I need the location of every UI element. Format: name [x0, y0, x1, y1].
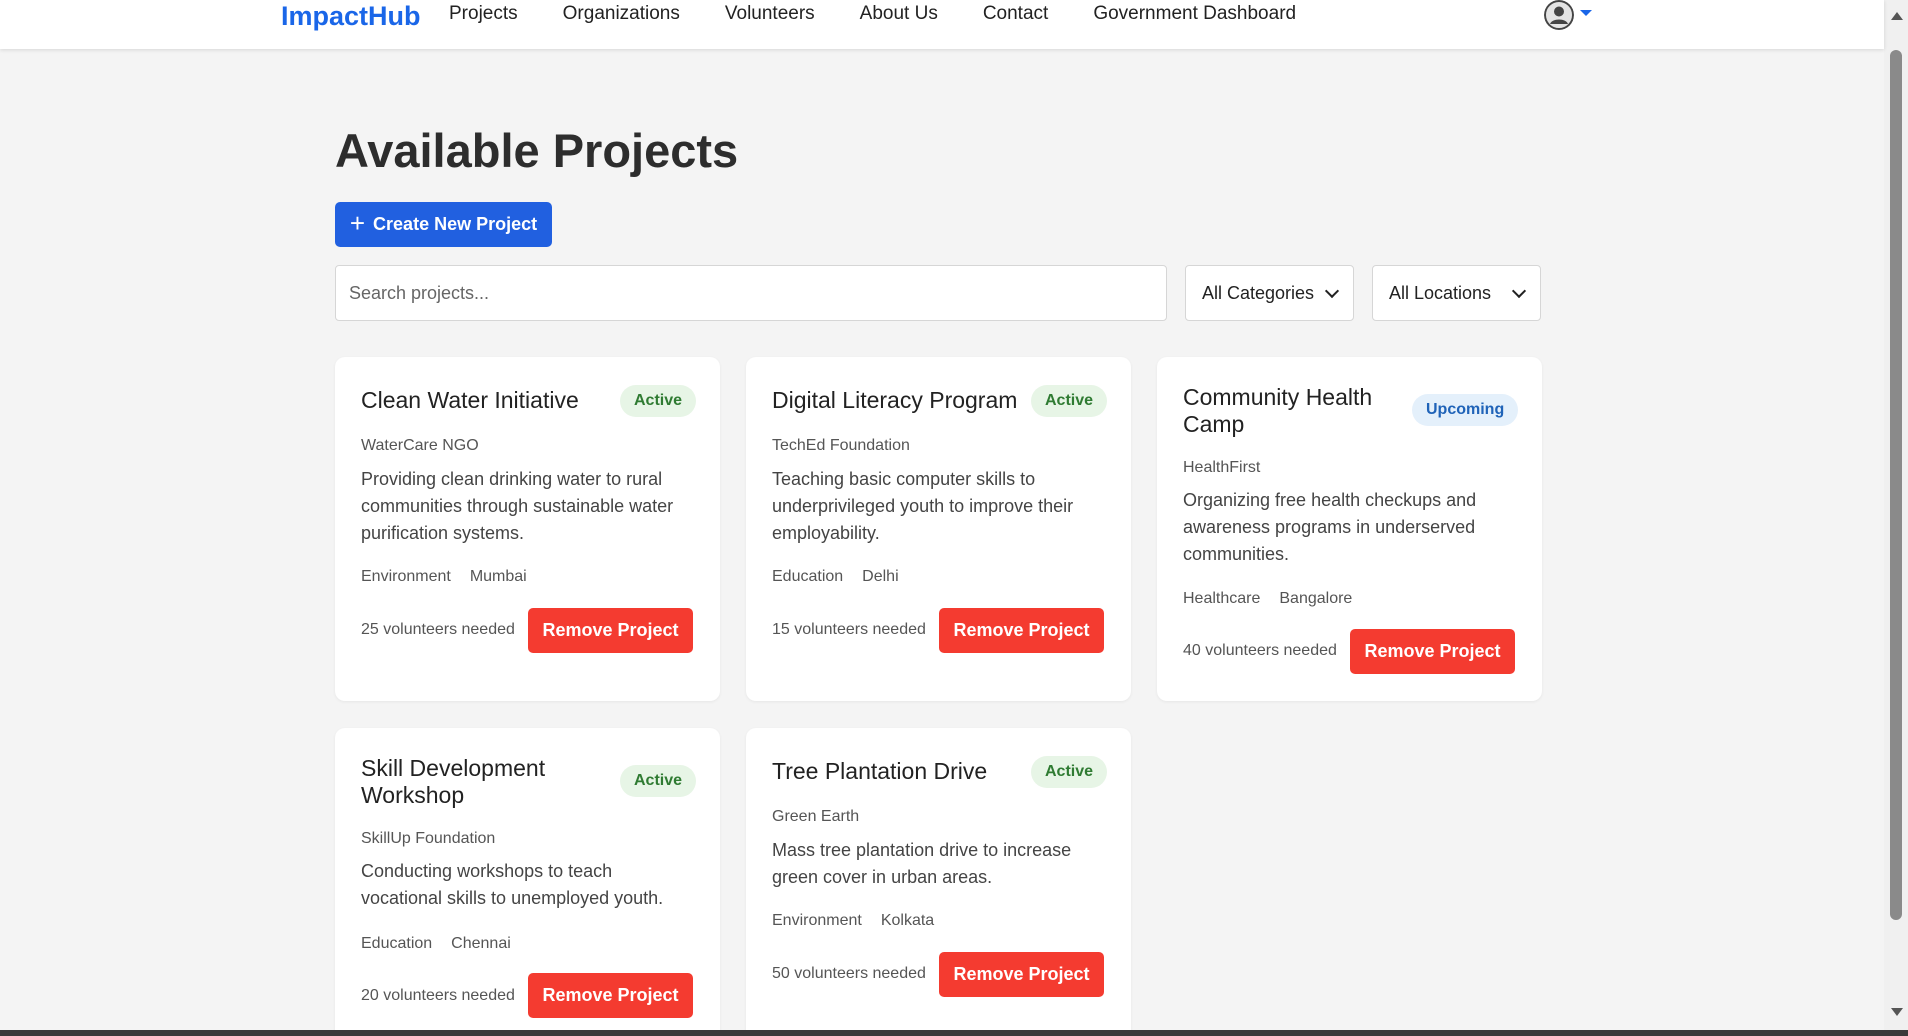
- project-description: Organizing free health checkups and awar…: [1183, 490, 1477, 564]
- create-project-label: Create New Project: [373, 214, 538, 234]
- project-card: Skill Development Workshop Active SkillU…: [335, 728, 720, 1036]
- chevron-down-icon: [1511, 283, 1527, 298]
- plus-icon: +: [349, 208, 366, 238]
- user-menu[interactable]: [1544, 0, 1592, 30]
- project-description: Teaching basic computer skills to underp…: [772, 469, 1074, 543]
- volunteers-needed: 25 volunteers needed: [361, 621, 515, 638]
- project-category: Healthcare: [1183, 590, 1261, 607]
- project-title: Digital Literacy Program: [772, 387, 1018, 413]
- project-description: Providing clean drinking water to rural …: [361, 469, 674, 543]
- project-card: Clean Water Initiative Active WaterCare …: [335, 357, 720, 701]
- create-project-button[interactable]: + Create New Project: [335, 202, 552, 247]
- category-select-value: All Categories: [1202, 282, 1315, 303]
- status-badge: Upcoming: [1412, 394, 1519, 426]
- project-tags: Education Chennai: [361, 935, 511, 953]
- project-org: TechEd Foundation: [772, 437, 910, 454]
- volunteers-needed: 40 volunteers needed: [1183, 642, 1337, 659]
- project-category: Environment: [772, 912, 862, 929]
- category-select[interactable]: All Categories: [1185, 265, 1354, 321]
- project-card: Tree Plantation Drive Active Green Earth…: [746, 728, 1131, 1036]
- project-description: Conducting workshops to teach vocational…: [361, 861, 664, 908]
- window-bottom-edge: [0, 1030, 1908, 1036]
- status-badge: Active: [1031, 385, 1108, 417]
- nav-link-organizations[interactable]: Organizations: [563, 0, 680, 28]
- project-title: Clean Water Initiative: [361, 387, 579, 413]
- project-org: Green Earth: [772, 808, 860, 825]
- brand-logo[interactable]: ImpactHub: [281, 0, 421, 32]
- status-badge: Active: [620, 765, 697, 797]
- remove-project-button[interactable]: Remove Project: [528, 608, 693, 653]
- project-location: Chennai: [451, 935, 511, 952]
- project-card: Community Health Camp Upcoming HealthFir…: [1157, 357, 1542, 701]
- project-location: Mumbai: [469, 568, 527, 585]
- user-circle-icon: [1544, 0, 1574, 30]
- scrollbar[interactable]: [1884, 0, 1908, 1030]
- status-badge: Active: [1031, 756, 1108, 788]
- nav-links: Projects Organizations Volunteers About …: [449, 0, 1341, 28]
- project-category: Environment: [361, 568, 451, 585]
- project-description: Mass tree plantation drive to increase g…: [772, 840, 1072, 887]
- volunteers-needed: 50 volunteers needed: [772, 965, 926, 982]
- volunteers-needed: 20 volunteers needed: [361, 987, 515, 1004]
- project-category: Education: [361, 935, 433, 952]
- project-org: HealthFirst: [1183, 459, 1261, 476]
- nav-link-about-us[interactable]: About Us: [860, 0, 938, 28]
- remove-project-button[interactable]: Remove Project: [939, 952, 1104, 997]
- project-org: SkillUp Foundation: [361, 830, 496, 847]
- project-location: Delhi: [862, 568, 899, 585]
- project-tags: Environment Kolkata: [772, 912, 934, 930]
- project-tags: Healthcare Bangalore: [1183, 590, 1352, 608]
- nav-link-government-dashboard[interactable]: Government Dashboard: [1093, 0, 1296, 28]
- remove-project-button[interactable]: Remove Project: [1350, 629, 1515, 674]
- project-category: Education: [772, 568, 844, 585]
- nav-link-contact[interactable]: Contact: [983, 0, 1048, 28]
- project-title: Tree Plantation Drive: [772, 758, 988, 784]
- scroll-down-icon[interactable]: [1891, 1008, 1903, 1016]
- scroll-up-icon[interactable]: [1891, 12, 1903, 20]
- project-title: Skill Development Workshop: [361, 755, 546, 808]
- search-input[interactable]: [335, 265, 1167, 321]
- remove-project-button[interactable]: Remove Project: [939, 608, 1104, 653]
- project-tags: Education Delhi: [772, 568, 899, 586]
- project-location: Kolkata: [880, 912, 935, 929]
- navbar: ImpactHub Projects Organizations Volunte…: [0, 0, 1884, 49]
- location-select[interactable]: All Locations: [1372, 265, 1541, 321]
- project-card: Digital Literacy Program Active TechEd F…: [746, 357, 1131, 701]
- scrollbar-thumb[interactable]: [1890, 50, 1902, 920]
- project-location: Bangalore: [1279, 590, 1353, 607]
- project-org: WaterCare NGO: [361, 437, 479, 454]
- nav-link-projects[interactable]: Projects: [449, 0, 518, 28]
- location-select-value: All Locations: [1389, 282, 1492, 303]
- project-tags: Environment Mumbai: [361, 568, 527, 586]
- chevron-down-icon: [1580, 10, 1592, 16]
- remove-project-button[interactable]: Remove Project: [528, 973, 693, 1018]
- page-title: Available Projects: [335, 124, 739, 177]
- nav-link-volunteers[interactable]: Volunteers: [725, 0, 815, 28]
- volunteers-needed: 15 volunteers needed: [772, 621, 926, 638]
- project-title: Community Health Camp: [1183, 384, 1373, 437]
- status-badge: Active: [620, 385, 697, 417]
- chevron-down-icon: [1324, 283, 1340, 298]
